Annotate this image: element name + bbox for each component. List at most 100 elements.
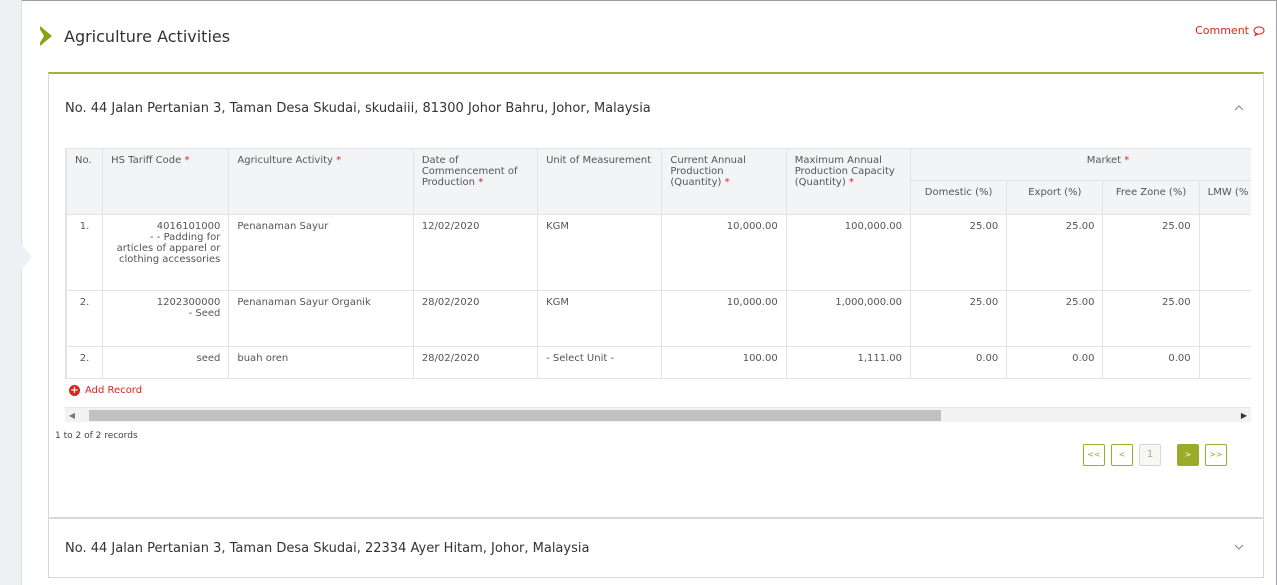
left-rail [0, 0, 32, 585]
cell-max-production: 1,111.00 [785, 346, 912, 379]
comment-label: Comment [1195, 24, 1249, 37]
plus-circle-icon: + [69, 385, 80, 396]
last-page-button[interactable]: >> [1205, 444, 1227, 466]
page-title: Agriculture Activities [64, 26, 231, 46]
hs-description: - Seed [188, 308, 221, 319]
col-max-production: Maximum Annual Production Capacity (Quan… [785, 148, 912, 215]
cell-date: 28/02/2020 [412, 290, 539, 347]
required-marker: * [478, 177, 484, 188]
comment-link[interactable]: Comment [1195, 24, 1265, 37]
col-date: Date of Commencement of Production * [412, 148, 539, 215]
page: Agriculture Activities Comment No. 44 Ja… [0, 0, 1277, 585]
next-page-button[interactable]: > [1177, 444, 1199, 466]
col-no-label: No. [75, 155, 92, 166]
cell-hs-tariff: 4016101000- - Padding for articles of ap… [102, 214, 230, 291]
scrollbar-thumb[interactable] [89, 410, 941, 421]
chevron-right-mark-icon [38, 24, 58, 48]
section-header: Agriculture Activities [38, 22, 230, 50]
required-marker: * [848, 177, 854, 188]
cell-unit: KGM [537, 214, 663, 291]
cell-unit: - Select Unit - [537, 346, 663, 379]
table-row[interactable]: 2. 1202300000- Seed Penanaman Sayur Orga… [66, 290, 1251, 347]
col-domestic: Domestic (%) [909, 180, 1008, 215]
cell-lmw [1198, 214, 1251, 291]
cell-max-production: 100,000.00 [785, 214, 912, 291]
add-record-button[interactable]: + Add Record [69, 385, 142, 396]
col-hs-tariff: HS Tariff Code * [102, 148, 230, 215]
hs-code: seed [196, 353, 221, 364]
cell-date: 12/02/2020 [412, 214, 539, 291]
cell-export: 25.00 [1006, 290, 1104, 347]
table-row[interactable]: 2. seed buah oren 28/02/2020 - Select Un… [66, 346, 1251, 379]
records-info: 1 to 2 of 2 records [55, 431, 138, 441]
cell-no: 1. [66, 214, 104, 291]
cell-export: 25.00 [1006, 214, 1104, 291]
cell-current-production: 10,000.00 [661, 290, 787, 347]
col-current-production: Current Annual Production (Quantity) * [661, 148, 787, 215]
address-panel-2[interactable]: No. 44 Jalan Pertanian 3, Taman Desa Sku… [48, 518, 1264, 578]
col-lmw-label: LMW (% [1207, 187, 1249, 198]
top-border [22, 0, 1277, 1]
hs-code: 4016101000 [156, 221, 221, 232]
pagination: << < 1 > >> [1083, 444, 1227, 466]
table-row[interactable]: 1. 4016101000- - Padding for articles of… [66, 214, 1251, 291]
cell-date: 28/02/2020 [412, 346, 539, 379]
hs-code: 1202300000 [156, 297, 221, 308]
required-marker: * [336, 155, 342, 166]
horizontal-scrollbar[interactable]: ◀ ▶ [65, 407, 1251, 422]
left-rail-notch [20, 243, 32, 271]
address-panel-1: No. 44 Jalan Pertanian 3, Taman Desa Sku… [48, 72, 1264, 518]
required-marker: * [1124, 155, 1130, 166]
cell-lmw [1198, 290, 1251, 347]
col-market-label: Market [1086, 155, 1122, 166]
cell-activity: Penanaman Sayur Organik [228, 290, 414, 347]
panel-address-title[interactable]: No. 44 Jalan Pertanian 3, Taman Desa Sku… [65, 101, 651, 116]
activities-table-wrapper: No. HS Tariff Code * Agriculture Activit… [65, 148, 1251, 380]
first-page-button[interactable]: << [1083, 444, 1105, 466]
cell-max-production: 1,000,000.00 [785, 290, 912, 347]
col-lmw: LMW (% [1198, 180, 1251, 215]
cell-hs-tariff: 1202300000- Seed [102, 290, 230, 347]
cell-export: 0.00 [1006, 346, 1104, 379]
scroll-right-icon[interactable]: ▶ [1237, 408, 1251, 423]
chevron-down-icon[interactable] [1233, 541, 1245, 553]
col-free-zone: Free Zone (%) [1102, 180, 1200, 215]
cell-current-production: 100.00 [661, 346, 787, 379]
panel-address-title[interactable]: No. 44 Jalan Pertanian 3, Taman Desa Sku… [65, 541, 589, 556]
col-export-label: Export (%) [1028, 187, 1082, 198]
col-current-production-label: Current Annual Production (Quantity) [670, 155, 746, 188]
col-no: No. [66, 148, 104, 215]
cell-lmw [1198, 346, 1251, 379]
cell-domestic: 25.00 [909, 290, 1008, 347]
col-unit-label: Unit of Measurement [546, 155, 652, 166]
required-marker: * [184, 155, 190, 166]
cell-domestic: 25.00 [909, 214, 1008, 291]
speech-bubble-icon [1253, 25, 1265, 36]
cell-no: 2. [66, 346, 104, 379]
col-max-production-label: Maximum Annual Production Capacity (Quan… [794, 155, 895, 188]
col-free-zone-label: Free Zone (%) [1115, 187, 1187, 198]
cell-current-production: 10,000.00 [661, 214, 787, 291]
cell-domestic: 0.00 [909, 346, 1008, 379]
scroll-left-icon[interactable]: ◀ [65, 408, 79, 423]
cell-free-zone: 25.00 [1102, 214, 1200, 291]
hs-description: - - Padding for articles of apparel or c… [116, 232, 221, 265]
cell-activity: Penanaman Sayur [228, 214, 414, 291]
col-market: Market * [910, 148, 1251, 181]
col-export: Export (%) [1006, 180, 1104, 215]
cell-activity: buah oren [228, 346, 414, 379]
col-hs-tariff-label: HS Tariff Code [111, 155, 182, 166]
required-marker: * [724, 177, 730, 188]
chevron-up-icon[interactable] [1233, 102, 1245, 114]
cell-free-zone: 25.00 [1102, 290, 1200, 347]
cell-no: 2. [66, 290, 104, 347]
cell-unit: KGM [537, 290, 663, 347]
cell-free-zone: 0.00 [1102, 346, 1200, 379]
col-activity: Agriculture Activity * [228, 148, 414, 215]
col-domestic-label: Domestic (%) [924, 187, 993, 198]
add-record-label: Add Record [85, 385, 143, 396]
page-number-button[interactable]: 1 [1139, 444, 1161, 466]
prev-page-button[interactable]: < [1111, 444, 1133, 466]
col-activity-label: Agriculture Activity [237, 155, 333, 166]
cell-hs-tariff: seed [102, 346, 230, 379]
